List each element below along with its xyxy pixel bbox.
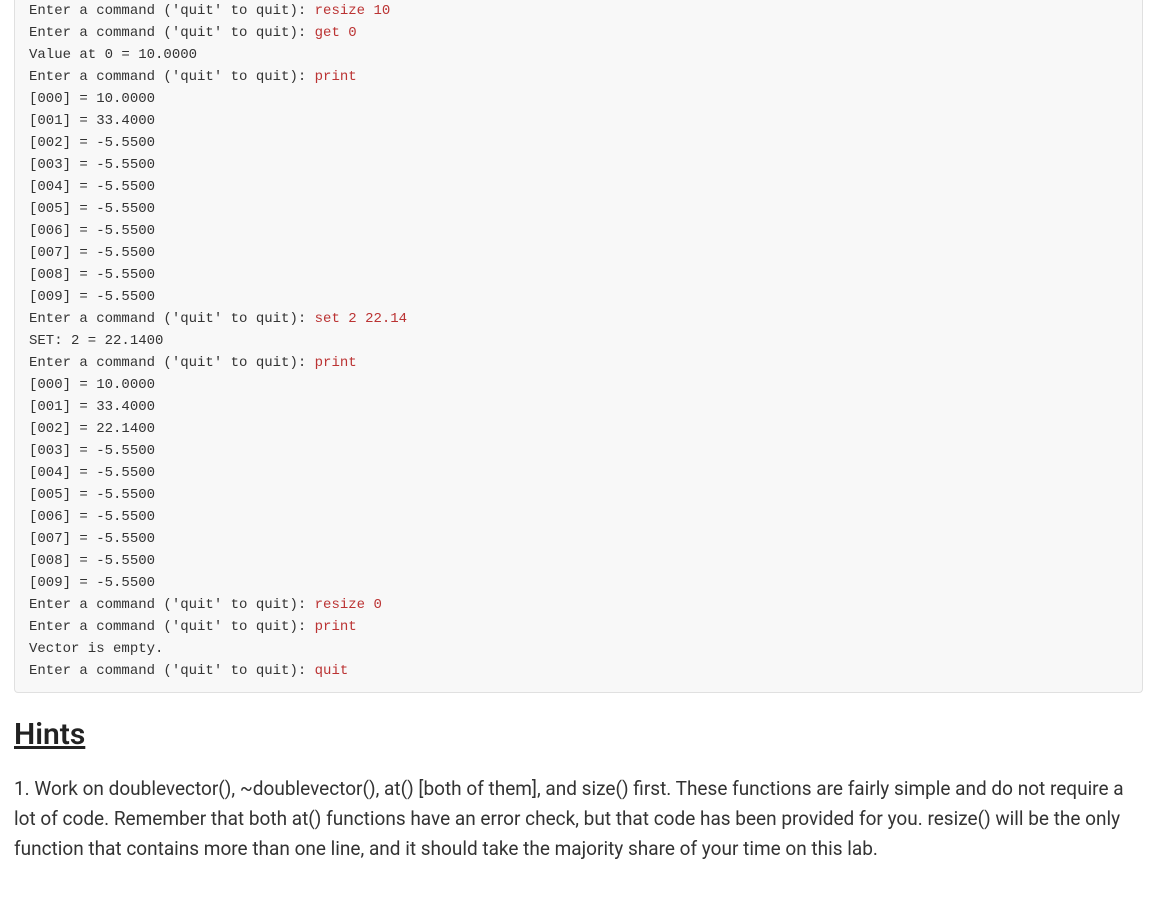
code-line: [006] = -5.5500 <box>29 220 1128 242</box>
prompt-prefix: Enter a command ('quit' to quit): <box>29 619 315 635</box>
prompt-prefix: Enter a command ('quit' to quit): <box>29 311 315 327</box>
code-line: [005] = -5.5500 <box>29 198 1128 220</box>
prompt-prefix: Enter a command ('quit' to quit): <box>29 25 315 41</box>
code-line: [002] = 22.1400 <box>29 418 1128 440</box>
code-line: [007] = -5.5500 <box>29 528 1128 550</box>
command-text: quit <box>315 663 349 679</box>
code-line: Value at 0 = 10.0000 <box>29 44 1128 66</box>
code-line: [006] = -5.5500 <box>29 506 1128 528</box>
command-text: resize 10 <box>315 3 391 19</box>
code-line: [005] = -5.5500 <box>29 484 1128 506</box>
code-line: [008] = -5.5500 <box>29 264 1128 286</box>
code-line: [000] = 10.0000 <box>29 88 1128 110</box>
code-line: Enter a command ('quit' to quit): set 2 … <box>29 308 1128 330</box>
code-line: Enter a command ('quit' to quit): resize… <box>29 594 1128 616</box>
code-line: Enter a command ('quit' to quit): print <box>29 616 1128 638</box>
hints-paragraph: 1. Work on doublevector(), ~doublevector… <box>14 774 1143 864</box>
code-line: [001] = 33.4000 <box>29 110 1128 132</box>
code-line: [003] = -5.5500 <box>29 440 1128 462</box>
prompt-prefix: Enter a command ('quit' to quit): <box>29 3 315 19</box>
code-line: [001] = 33.4000 <box>29 396 1128 418</box>
command-text: print <box>315 619 357 635</box>
code-line: SET: 2 = 22.1400 <box>29 330 1128 352</box>
prompt-prefix: Enter a command ('quit' to quit): <box>29 69 315 85</box>
code-line: Enter a command ('quit' to quit): quit <box>29 660 1128 682</box>
code-line: Vector is empty. <box>29 638 1128 660</box>
prompt-prefix: Enter a command ('quit' to quit): <box>29 663 315 679</box>
prompt-prefix: Enter a command ('quit' to quit): <box>29 597 315 613</box>
code-line: [000] = 10.0000 <box>29 374 1128 396</box>
code-line: [009] = -5.5500 <box>29 572 1128 594</box>
code-block: Enter a command ('quit' to quit): resize… <box>14 0 1143 693</box>
code-line: [002] = -5.5500 <box>29 132 1128 154</box>
command-text: get 0 <box>315 25 357 41</box>
code-line: Enter a command ('quit' to quit): print <box>29 66 1128 88</box>
code-line: [004] = -5.5500 <box>29 462 1128 484</box>
code-line: [003] = -5.5500 <box>29 154 1128 176</box>
code-line: [004] = -5.5500 <box>29 176 1128 198</box>
command-text: set 2 22.14 <box>315 311 407 327</box>
command-text: resize 0 <box>315 597 382 613</box>
code-line: [009] = -5.5500 <box>29 286 1128 308</box>
code-line: Enter a command ('quit' to quit): resize… <box>29 0 1128 22</box>
code-line: Enter a command ('quit' to quit): get 0 <box>29 22 1128 44</box>
hints-heading: Hints <box>14 717 1143 752</box>
command-text: print <box>315 355 357 371</box>
code-line: [008] = -5.5500 <box>29 550 1128 572</box>
prompt-prefix: Enter a command ('quit' to quit): <box>29 355 315 371</box>
code-line: Enter a command ('quit' to quit): print <box>29 352 1128 374</box>
code-line: [007] = -5.5500 <box>29 242 1128 264</box>
command-text: print <box>315 69 357 85</box>
